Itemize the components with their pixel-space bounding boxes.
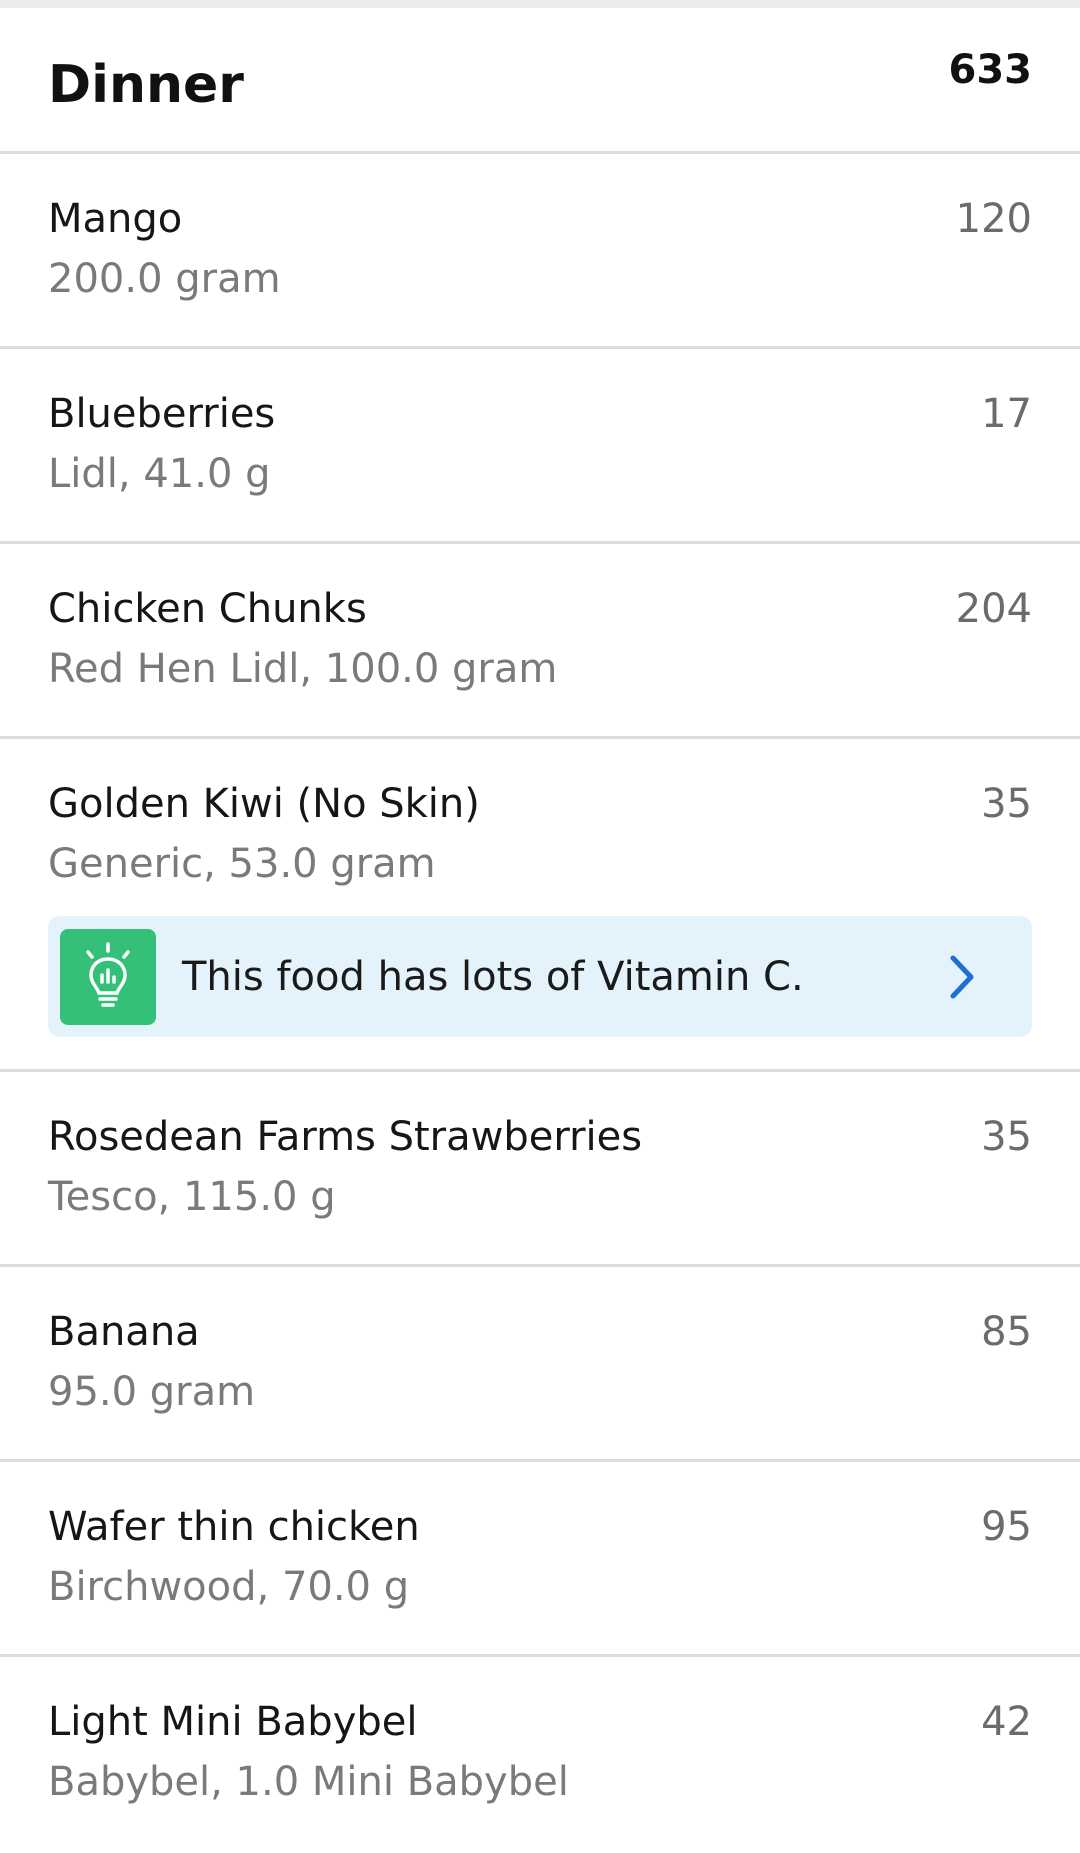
food-calories: 42 [981,1699,1032,1745]
food-item-banana[interactable]: Banana 85 95.0 gram [0,1267,1080,1462]
food-detail: Birchwood, 70.0 g [48,1564,410,1610]
food-item-chicken-chunks[interactable]: Chicken Chunks 204 Red Hen Lidl, 100.0 g… [0,544,1080,739]
food-name: Banana [48,1309,200,1355]
nutrition-tip-banner[interactable]: This food has lots of Vitamin C. [48,916,1032,1037]
food-calories: 17 [981,391,1032,437]
food-name: Chicken Chunks [48,586,367,632]
food-calories: 85 [981,1309,1032,1355]
food-detail: 200.0 gram [48,256,281,302]
meal-header: Dinner 633 [0,8,1080,154]
meal-title: Dinner [48,54,244,115]
top-strip [0,0,1080,8]
food-detail: Babybel, 1.0 Mini Babybel [48,1759,569,1805]
food-detail: Tesco, 115.0 g [48,1174,336,1220]
food-item-light-mini-babybel[interactable]: Light Mini Babybel 42 Babybel, 1.0 Mini … [0,1657,1080,1852]
food-calories: 35 [981,781,1032,827]
food-item-blueberries[interactable]: Blueberries 17 Lidl, 41.0 g [0,349,1080,544]
food-name: Rosedean Farms Strawberries [48,1114,643,1160]
food-name: Mango [48,196,183,242]
food-calories: 120 [955,196,1032,242]
food-item-golden-kiwi[interactable]: Golden Kiwi (No Skin) 35 Generic, 53.0 g… [0,739,1080,1072]
food-calories: 35 [981,1114,1032,1160]
food-detail: Red Hen Lidl, 100.0 gram [48,646,558,692]
chevron-right-icon[interactable] [942,947,982,1007]
food-item-wafer-thin-chicken[interactable]: Wafer thin chicken 95 Birchwood, 70.0 g [0,1462,1080,1657]
food-detail: 95.0 gram [48,1369,256,1415]
food-calories: 95 [981,1504,1032,1550]
food-name: Light Mini Babybel [48,1699,418,1745]
food-item-strawberries[interactable]: Rosedean Farms Strawberries 35 Tesco, 11… [0,1072,1080,1267]
food-detail: Generic, 53.0 gram [48,841,436,887]
food-name: Wafer thin chicken [48,1504,420,1550]
food-item-mango[interactable]: Mango 120 200.0 gram [0,154,1080,349]
food-calories: 204 [955,586,1032,632]
food-name: Golden Kiwi (No Skin) [48,781,480,827]
meal-total-calories: 633 [948,46,1033,93]
food-detail: Lidl, 41.0 g [48,451,271,497]
food-name: Blueberries [48,391,276,437]
lightbulb-icon [60,928,156,1025]
tip-text: This food has lots of Vitamin C. [182,953,804,1000]
